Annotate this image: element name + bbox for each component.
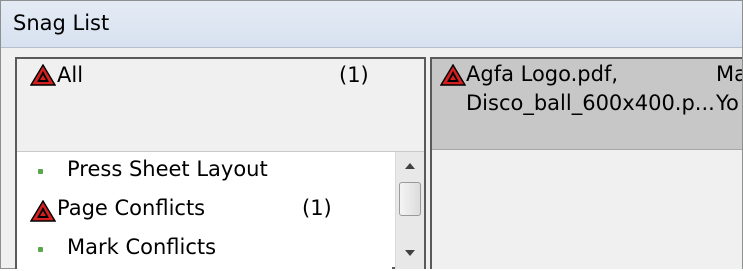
green-bullet-icon bbox=[38, 247, 43, 252]
list-item-count: (1) bbox=[302, 196, 332, 220]
snag-file-line-2: Disco_ball_600x400.p... bbox=[466, 91, 715, 115]
list-item-press-sheet-layout[interactable]: Press Sheet Layout bbox=[17, 157, 392, 197]
chevron-down-icon bbox=[405, 250, 415, 256]
window-title: Snag List bbox=[13, 11, 110, 35]
snag-category-all[interactable]: All (1) bbox=[17, 59, 424, 152]
vertical-scrollbar[interactable] bbox=[395, 152, 424, 269]
snag-col2-line-2: Yo bbox=[716, 91, 739, 115]
snag-detail-row[interactable]: Agfa Logo.pdf, Disco_ball_600x400.p... M… bbox=[432, 59, 742, 150]
snag-category-all-label: All bbox=[57, 63, 84, 87]
snag-category-panel: All (1) Press Sheet Layout Page Conflict… bbox=[15, 57, 426, 269]
snag-category-list: Press Sheet Layout Page Conflicts (1) Ma… bbox=[17, 152, 392, 269]
warning-triangle-icon bbox=[440, 64, 466, 86]
snag-category-all-count: (1) bbox=[339, 63, 369, 87]
snag-col2-line-1: Ma bbox=[716, 62, 742, 86]
scroll-down-button[interactable] bbox=[396, 239, 424, 267]
snag-detail-panel: Agfa Logo.pdf, Disco_ball_600x400.p... M… bbox=[430, 57, 742, 269]
snag-file-line-1: Agfa Logo.pdf, bbox=[466, 62, 619, 86]
warning-triangle-icon bbox=[30, 200, 56, 222]
list-item-label: Press Sheet Layout bbox=[67, 157, 268, 181]
snag-list-window: Snag List All (1) Press Sheet Layout Pag… bbox=[0, 0, 743, 269]
list-item-label: Page Conflicts bbox=[57, 196, 206, 220]
chevron-up-icon bbox=[405, 163, 415, 169]
title-bar: Snag List bbox=[1, 1, 742, 48]
scroll-thumb[interactable] bbox=[399, 182, 421, 216]
warning-triangle-icon bbox=[30, 64, 56, 86]
list-item-label: Mark Conflicts bbox=[67, 235, 217, 259]
list-item-mark-conflicts[interactable]: Mark Conflicts bbox=[17, 235, 392, 269]
green-bullet-icon bbox=[38, 169, 43, 174]
list-item-page-conflicts[interactable]: Page Conflicts (1) bbox=[17, 196, 392, 236]
scroll-up-button[interactable] bbox=[396, 152, 424, 180]
